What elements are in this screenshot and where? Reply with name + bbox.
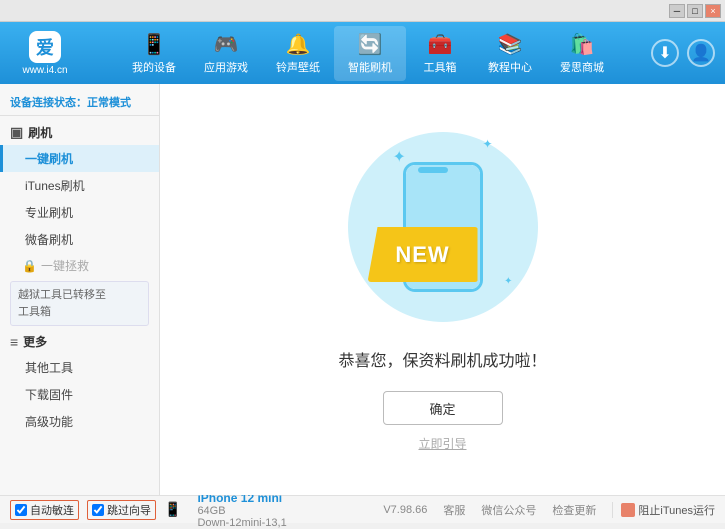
logo-icon: 爱 [29,31,61,63]
mall-icon: 🛍️ [570,32,595,57]
illustration: ✦ ✦ ✦ NEW [343,127,543,327]
flash-section-label: 刷机 [28,124,52,141]
success-title: 恭喜您，保资料刷机成功啦！ [338,347,546,371]
nav-item-mall[interactable]: 🛍️ 爱思商城 [546,26,618,81]
auto-connect-label[interactable]: 自动敏连 [30,502,74,518]
main-layout: 设备连接状态：正常模式 ▣ 刷机 一键刷机 iTunes刷机 专业刷机 微备刷机… [0,84,725,495]
version-label: V7.98.66 [383,504,427,516]
new-ribbon: NEW [368,227,478,282]
tutorials-label: 教程中心 [488,59,532,75]
logo-url: www.i4.cn [22,65,67,76]
ringtones-icon: 🔔 [286,32,311,57]
mall-label: 爱思商城 [560,59,604,75]
confirm-button[interactable]: 确定 [383,391,503,425]
customer-service-link[interactable]: 客服 [443,502,465,518]
flash-section-icon: ▣ [10,124,23,141]
phone-notch [418,167,448,173]
toolbox-label: 工具箱 [424,59,457,75]
top-nav: 爱 www.i4.cn 📱 我的设备 🎮 应用游戏 🔔 铃声壁纸 🔄 智能刷机 … [0,22,725,84]
nav-item-ringtones[interactable]: 🔔 铃声壁纸 [262,26,334,81]
itunes-icon [621,503,635,517]
smart-flash-label: 智能刷机 [348,59,392,75]
nav-item-apps-games[interactable]: 🎮 应用游戏 [190,26,262,81]
close-btn[interactable]: × [705,4,721,18]
itunes-label: 阻止iTunes运行 [638,502,715,518]
rescue-note: 越狱工具已转移至工具箱 [10,281,149,326]
content-area: ✦ ✦ ✦ NEW 恭喜您，保资料刷机成功啦！ 确定 立即引导 [160,84,725,495]
ribbon-text: NEW [395,242,449,268]
apps-games-label: 应用游戏 [204,59,248,75]
skip-wizard-checkbox[interactable] [92,504,104,516]
device-status: 设备连接状态：正常模式 [0,89,159,116]
onekey-rescue-label: 一键拯救 [41,257,89,274]
maximize-btn[interactable]: □ [687,4,703,18]
nav-items: 📱 我的设备 🎮 应用游戏 🔔 铃声壁纸 🔄 智能刷机 🧰 工具箱 📚 教程中心… [95,26,641,81]
sparkle-bottom-right: ✦ [504,276,512,287]
sidebar-item-onekey-flash[interactable]: 一键刷机 [0,145,159,172]
device-phone-icon: 📱 [164,501,181,518]
more-section-label: 更多 [23,333,47,350]
onekey-rescue-section: 🔒 一键拯救 [0,253,159,278]
title-bar: ─ □ × [0,0,725,22]
sidebar-item-other-tools[interactable]: 其他工具 [0,354,159,381]
more-section-title[interactable]: ≡ 更多 [0,329,159,354]
device-storage: 64GB [197,505,286,517]
status-value: 正常模式 [87,97,131,109]
sidebar-item-itunes-flash[interactable]: iTunes刷机 [0,172,159,199]
my-device-icon: 📱 [142,32,167,57]
sidebar-item-micro-flash[interactable]: 微备刷机 [0,226,159,253]
flash-section-title[interactable]: ▣ 刷机 [0,120,159,145]
nav-item-smart-flash[interactable]: 🔄 智能刷机 [334,26,406,81]
check-update-link[interactable]: 检查更新 [552,502,596,518]
tutorials-icon: 📚 [498,32,523,57]
sidebar-item-pro-flash[interactable]: 专业刷机 [0,199,159,226]
auto-connect-checkbox-item: 自动敏连 [10,500,79,520]
itunes-control[interactable]: 阻止iTunes运行 [612,502,715,518]
nav-right: ⬇ 👤 [651,39,715,67]
account-btn[interactable]: 👤 [687,39,715,67]
wechat-official-link[interactable]: 微信公众号 [481,502,536,518]
status-label: 设备连接状态： [10,97,87,109]
ribbon-shape: NEW [368,227,478,282]
skip-wizard-label[interactable]: 跳过向导 [107,502,151,518]
my-device-label: 我的设备 [132,59,176,75]
apps-games-icon: 🎮 [214,32,239,57]
minimize-btn[interactable]: ─ [669,4,685,18]
lock-icon: 🔒 [22,259,37,273]
sparkle-top-right: ✦ [482,137,492,151]
bottom-right: V7.98.66 客服 微信公众号 检查更新 阻止iTunes运行 [383,502,715,518]
download-btn[interactable]: ⬇ [651,39,679,67]
logo-area: 爱 www.i4.cn [10,31,80,76]
sidebar-item-download-firmware[interactable]: 下载固件 [0,381,159,408]
bottom-bar: 自动敏连 跳过向导 📱 iPhone 12 mini 64GB Down-12m… [0,495,725,523]
setup-link[interactable]: 立即引导 [418,435,466,452]
auto-connect-checkbox[interactable] [15,504,27,516]
sparkle-left: ✦ [393,147,406,167]
ringtones-label: 铃声壁纸 [276,59,320,75]
skip-wizard-checkbox-item: 跳过向导 [87,500,156,520]
toolbox-icon: 🧰 [428,32,453,57]
nav-item-my-device[interactable]: 📱 我的设备 [118,26,190,81]
nav-item-tutorials[interactable]: 📚 教程中心 [474,26,546,81]
smart-flash-icon: 🔄 [358,32,383,57]
sidebar: 设备连接状态：正常模式 ▣ 刷机 一键刷机 iTunes刷机 专业刷机 微备刷机… [0,84,160,495]
sidebar-item-advanced[interactable]: 高级功能 [0,408,159,435]
more-section-icon: ≡ [10,334,18,350]
nav-item-toolbox[interactable]: 🧰 工具箱 [406,26,474,81]
